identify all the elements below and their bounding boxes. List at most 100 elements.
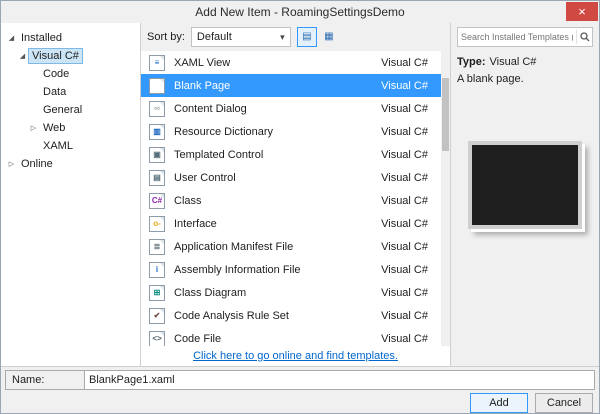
add-new-item-dialog: Add New Item - RoamingSettingsDemo × ◢ I…: [0, 0, 600, 414]
type-value: Visual C#: [489, 56, 537, 68]
titlebar: Add New Item - RoamingSettingsDemo ×: [1, 1, 599, 23]
template-name: User Control: [174, 171, 236, 184]
sidebar-item-label: Code: [43, 68, 70, 80]
type-line: Type: Visual C#: [457, 56, 593, 68]
sidebar-item-general[interactable]: General: [1, 101, 140, 119]
sidebar-item-online[interactable]: ▷ Online: [1, 155, 140, 173]
template-language: Visual C#: [381, 79, 428, 92]
template-name: Code Analysis Rule Set: [174, 309, 289, 322]
sort-dropdown[interactable]: Default ▾: [190, 27, 291, 47]
content-dialog-icon: ▫▫: [149, 100, 165, 117]
sidebar-item-label: Online: [21, 158, 53, 170]
scrollbar[interactable]: [441, 51, 450, 346]
add-button[interactable]: Add: [470, 393, 528, 413]
footer: Name: Add Cancel: [1, 366, 599, 413]
resource-dictionary-icon: ▥: [149, 123, 165, 140]
search-icon[interactable]: [576, 30, 592, 44]
template-language: Visual C#: [381, 125, 428, 138]
sidebar-item-label: General: [43, 104, 83, 116]
view-buttons: ▤ ▦: [296, 27, 339, 47]
sortbar: Sort by: Default ▾ ▤ ▦: [141, 23, 450, 51]
list-view-button[interactable]: ▤: [296, 27, 317, 47]
expander-icon[interactable]: ◢: [16, 52, 29, 60]
sidebar-item-data[interactable]: Data: [1, 83, 140, 101]
template-name: Class Diagram: [174, 286, 247, 299]
template-language: Visual C#: [381, 286, 428, 299]
class-diagram-icon: ⊞: [149, 284, 165, 301]
template-row[interactable]: i Assembly Information File Visual C#: [141, 258, 450, 281]
template-name: Code File: [174, 332, 222, 345]
template-row[interactable]: ▣ Templated Control Visual C#: [141, 143, 450, 166]
sort-by-label: Sort by:: [147, 31, 185, 43]
sidebar-item-label: Installed: [21, 32, 62, 44]
template-language: Visual C#: [381, 309, 428, 322]
expander-icon[interactable]: ▷: [27, 124, 40, 132]
code-file-icon: <>: [149, 330, 165, 346]
category-tree: ◢ Installed ◢ Visual C# Code Data Genera…: [1, 29, 140, 173]
preview-image: [468, 141, 582, 229]
name-label: Name:: [5, 370, 85, 390]
sidebar-item-label: Web: [43, 122, 66, 134]
template-description: A blank page.: [457, 73, 524, 85]
template-name: Assembly Information File: [174, 263, 301, 276]
template-name: Application Manifest File: [174, 240, 294, 253]
template-row[interactable]: o- Interface Visual C#: [141, 212, 450, 235]
expander-icon[interactable]: ◢: [5, 34, 18, 42]
template-language: Visual C#: [381, 194, 428, 207]
type-label: Type:: [457, 56, 486, 68]
close-icon: ×: [578, 4, 586, 19]
scrollbar-thumb[interactable]: [442, 77, 449, 152]
template-row[interactable]: <> Code File Visual C#: [141, 327, 450, 346]
template-name: XAML View: [174, 56, 231, 69]
template-name: Templated Control: [174, 148, 264, 161]
interface-icon: o-: [149, 215, 165, 232]
code-analysis-rule-set-icon: ✔: [149, 307, 165, 324]
template-name: Content Dialog: [174, 102, 247, 115]
template-language: Visual C#: [381, 148, 428, 161]
template-name: Class: [174, 194, 202, 207]
sidebar-item-label: Visual C#: [29, 49, 82, 63]
application-manifest-file-icon: ≣: [149, 238, 165, 255]
category-pane: ◢ Installed ◢ Visual C# Code Data Genera…: [1, 23, 141, 366]
template-name: Blank Page: [174, 79, 231, 92]
templates-pane: Sort by: Default ▾ ▤ ▦ ≡ XAML View Visual…: [141, 23, 451, 366]
template-name: Interface: [174, 217, 217, 230]
close-button[interactable]: ×: [566, 2, 598, 21]
button-row: Add Cancel: [5, 393, 595, 413]
class-icon: C#: [149, 192, 165, 209]
template-name: Resource Dictionary: [174, 125, 274, 138]
search-box: [457, 27, 593, 47]
template-row[interactable]: ≡ XAML View Visual C#: [141, 51, 450, 74]
template-row[interactable]: Blank Page Visual C#: [141, 74, 450, 97]
name-input[interactable]: [85, 370, 595, 390]
chevron-down-icon: ▾: [280, 31, 285, 42]
search-input[interactable]: [458, 32, 576, 42]
sidebar-item-installed[interactable]: ◢ Installed: [1, 29, 140, 47]
template-language: Visual C#: [381, 171, 428, 184]
icons-view-button[interactable]: ▦: [319, 27, 339, 47]
template-language: Visual C#: [381, 240, 428, 253]
template-row[interactable]: ≣ Application Manifest File Visual C#: [141, 235, 450, 258]
sidebar-item-visual-csharp[interactable]: ◢ Visual C#: [1, 47, 140, 65]
template-row[interactable]: ▤ User Control Visual C#: [141, 166, 450, 189]
template-row[interactable]: ▥ Resource Dictionary Visual C#: [141, 120, 450, 143]
window-title: Add New Item - RoamingSettingsDemo: [195, 5, 405, 19]
template-row[interactable]: ✔ Code Analysis Rule Set Visual C#: [141, 304, 450, 327]
name-row: Name:: [5, 370, 595, 390]
template-language: Visual C#: [381, 217, 428, 230]
template-language: Visual C#: [381, 102, 428, 115]
template-row[interactable]: ▫▫ Content Dialog Visual C#: [141, 97, 450, 120]
template-list: ≡ XAML View Visual C# Blank Page Visual …: [141, 51, 450, 346]
cancel-button[interactable]: Cancel: [535, 393, 593, 413]
online-templates-link[interactable]: Click here to go online and find templat…: [193, 350, 398, 362]
user-control-icon: ▤: [149, 169, 165, 186]
sidebar-item-label: XAML: [43, 140, 73, 152]
template-language: Visual C#: [381, 56, 428, 69]
sidebar-item-web[interactable]: ▷ Web: [1, 119, 140, 137]
template-row[interactable]: C# Class Visual C#: [141, 189, 450, 212]
expander-icon[interactable]: ▷: [5, 160, 18, 168]
sidebar-item-code[interactable]: Code: [1, 65, 140, 83]
template-language: Visual C#: [381, 332, 428, 345]
template-row[interactable]: ⊞ Class Diagram Visual C#: [141, 281, 450, 304]
sidebar-item-xaml[interactable]: XAML: [1, 137, 140, 155]
